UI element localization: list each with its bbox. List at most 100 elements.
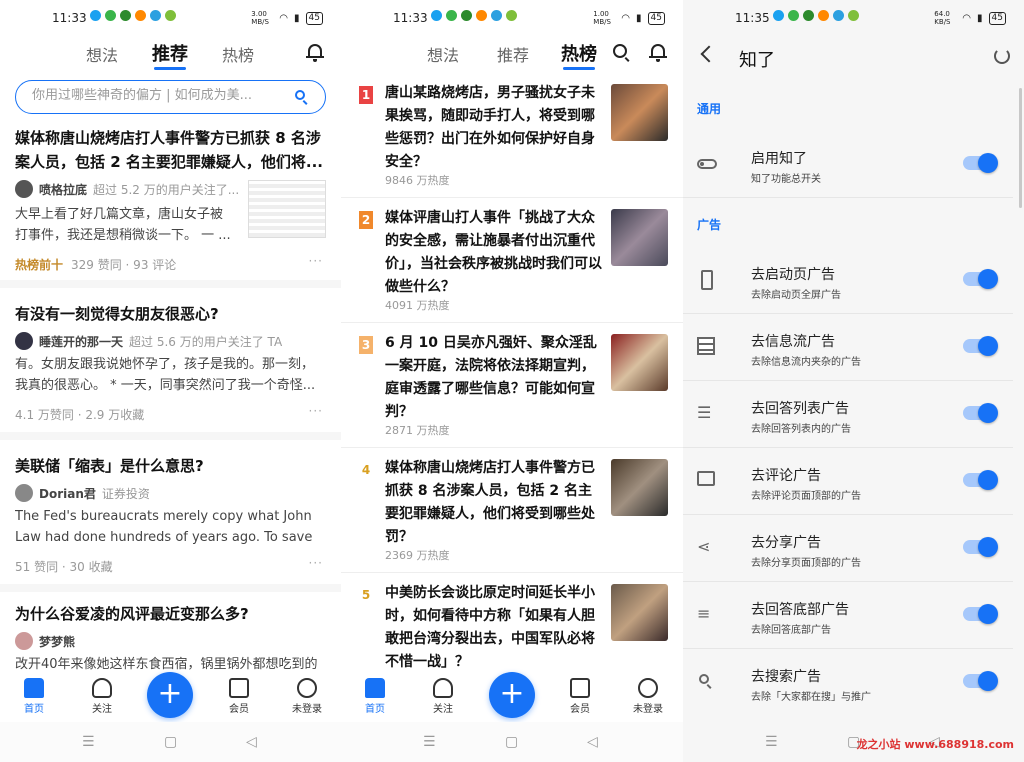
feed-stats: 4.1 万赞同 · 2.9 万收藏 — [15, 408, 145, 422]
vip-icon — [229, 678, 249, 698]
hot-thumbnail[interactable] — [611, 459, 668, 516]
back-triangle-icon[interactable]: ◁ — [246, 734, 257, 750]
wifi-icon: ◠ — [279, 12, 289, 24]
hot-thumbnail[interactable] — [611, 84, 668, 141]
search-icon[interactable] — [295, 90, 309, 105]
feed-excerpt[interactable]: 大早上看了好几篇文章，唐山女子被打事件，我还是想稍微谈一下。 一 ... — [15, 204, 235, 246]
more-icon[interactable]: ··· — [309, 556, 323, 570]
tab-recommend[interactable]: 推荐 — [497, 42, 529, 66]
author-meta: 超过 5.2 万的用户关注了... — [93, 182, 240, 197]
feed-stats: 热榜前十 329 赞同 · 93 评论 — [15, 256, 176, 273]
feed-item[interactable]: 媒体称唐山烧烤店打人事件警方已抓获 8 名涉案人员，包括 2 名主要犯罪嫌疑人，… — [0, 122, 341, 288]
bell-icon[interactable] — [306, 42, 324, 62]
scrollbar[interactable] — [1019, 88, 1022, 208]
more-icon[interactable]: ··· — [309, 254, 323, 268]
create-button[interactable]: + — [147, 672, 193, 718]
menu-icon[interactable]: ☰ — [82, 734, 95, 750]
feed-title[interactable]: 有没有一刻觉得女朋友很恶心? — [15, 302, 326, 326]
hot-title[interactable]: 媒体称唐山烧烤店打人事件警方已抓获 8 名涉案人员，包括 2 名主要犯罪嫌疑人，… — [385, 457, 603, 549]
nav-follow[interactable]: 关注 — [423, 678, 463, 715]
back-arrow-icon[interactable] — [700, 45, 718, 63]
nav-home[interactable]: 首页 — [14, 678, 54, 715]
create-button[interactable]: + — [489, 672, 535, 718]
hot-title[interactable]: 6 月 10 日吴亦凡强奸、聚众淫乱一案开庭，法院将依法择期宣判，庭审透露了哪些… — [385, 332, 603, 424]
setting-row-answer-bottom-ad[interactable]: ≡ 去回答底部广告 去除回答底部广告 — [683, 583, 1013, 649]
avatar[interactable] — [15, 332, 33, 350]
notification-icons — [431, 10, 517, 21]
hot-title[interactable]: 中美防长会谈比原定时间延长半小时，如何看待中方称「如果有人胆敢把台湾分裂出去，中… — [385, 582, 603, 674]
nav-label: 会员 — [229, 704, 249, 715]
answer-bottom-ad-switch[interactable] — [963, 604, 998, 624]
hot-title[interactable]: 媒体评唐山打人事件「挑战了大众的安全感，需让施暴者付出沉重代价」，当社会秩序被挑… — [385, 207, 603, 299]
search-icon[interactable] — [613, 44, 631, 62]
hot-thumbnail[interactable] — [611, 334, 668, 391]
feed-ad-switch[interactable] — [963, 336, 998, 356]
feed-excerpt[interactable]: 有。女朋友跟我说她怀孕了，孩子是我的。那一刻，我真的很恶心。 * 一天，同事突然… — [15, 354, 325, 396]
setting-row-answer-list-ad[interactable]: ☰ 去回答列表广告 去除回答列表内的广告 — [683, 382, 1013, 448]
avatar[interactable] — [15, 484, 33, 502]
author-name[interactable]: 睡莲开的那一天 — [39, 333, 123, 350]
menu-icon[interactable]: ☰ — [765, 734, 778, 750]
author-name[interactable]: 喷格拉底 — [39, 181, 87, 198]
feed-excerpt[interactable]: The Fed's bureaucrats merely copy what J… — [15, 506, 325, 548]
setting-row-search-ad[interactable]: 去搜索广告 去除「大家都在搜」与推广 — [683, 650, 1013, 716]
feed-excerpt[interactable]: 改开40年来像她这样东食西宿，锅里锅外都想吃到的 — [15, 654, 325, 672]
hot-item[interactable]: 4 媒体称唐山烧烤店打人事件警方已抓获 8 名涉案人员，包括 2 名主要犯罪嫌疑… — [341, 455, 683, 573]
tab-hot[interactable]: 热榜 — [222, 42, 254, 66]
phone-icon — [697, 270, 717, 290]
hot-thumbnail[interactable] — [611, 209, 668, 266]
hot-item[interactable]: 3 6 月 10 日吴亦凡强奸、聚众淫乱一案开庭，法院将依法择期宣判，庭审透露了… — [341, 330, 683, 448]
nav-vip[interactable]: 会员 — [219, 678, 259, 715]
status-bar: 11:35 64.0 KB/S ◠ ▮ 45 — [683, 0, 1024, 36]
refresh-icon[interactable] — [994, 48, 1010, 64]
search-ad-switch[interactable] — [963, 671, 998, 691]
enable-switch[interactable] — [963, 153, 998, 173]
nav-home[interactable]: 首页 — [355, 678, 395, 715]
setting-row-comment-ad[interactable]: 去评论广告 去除评论页面顶部的广告 — [683, 449, 1013, 515]
hot-thumbnail[interactable] — [611, 584, 668, 641]
person-icon — [433, 678, 453, 698]
menu-icon[interactable]: ☰ — [423, 734, 436, 750]
more-icon[interactable]: ··· — [309, 404, 323, 418]
avatar[interactable] — [15, 180, 33, 198]
comment-icon — [697, 471, 717, 491]
hot-item[interactable]: 2 媒体评唐山打人事件「挑战了大众的安全感，需让施暴者付出沉重代价」，当社会秩序… — [341, 205, 683, 323]
avatar[interactable] — [15, 632, 33, 650]
search-box[interactable] — [15, 80, 326, 114]
wifi-icon: ◠ — [962, 12, 972, 24]
answer-list-ad-switch[interactable] — [963, 403, 998, 423]
feed-title[interactable]: 媒体称唐山烧烤店打人事件警方已抓获 8 名涉案人员，包括 2 名主要犯罪嫌疑人，… — [15, 126, 326, 174]
tab-ideas[interactable]: 想法 — [427, 42, 459, 66]
setting-row-feed-ad[interactable]: 去信息流广告 去除信息流内夹杂的广告 — [683, 315, 1013, 381]
author-name[interactable]: Dorian君 — [39, 485, 96, 502]
hot-item[interactable]: 5 中美防长会谈比原定时间延长半小时，如何看待中方称「如果有人胆敢把台湾分裂出去… — [341, 580, 683, 672]
bell-icon[interactable] — [649, 42, 667, 62]
setting-row-enable[interactable]: 启用知了 知了功能总开关 — [683, 132, 1013, 198]
tab-ideas[interactable]: 想法 — [86, 42, 118, 66]
tab-recommend[interactable]: 推荐 — [152, 40, 188, 70]
share-ad-switch[interactable] — [963, 537, 998, 557]
feed-item[interactable]: 有没有一刻觉得女朋友很恶心? 睡莲开的那一天 超过 5.6 万的用户关注了 TA… — [0, 296, 341, 440]
nav-profile[interactable]: 未登录 — [287, 678, 327, 715]
feed-title[interactable]: 为什么谷爱凌的风评最近变那么多? — [15, 602, 326, 626]
nav-follow[interactable]: 关注 — [82, 678, 122, 715]
feed-thumbnail[interactable] — [248, 180, 326, 238]
splash-ad-switch[interactable] — [963, 269, 998, 289]
search-input[interactable] — [32, 88, 282, 103]
setting-row-share-ad[interactable]: ⋖ 去分享广告 去除分享页面顶部的广告 — [683, 516, 1013, 582]
back-triangle-icon[interactable]: ◁ — [587, 734, 598, 750]
feed-author: Dorian君 证券投资 — [15, 484, 150, 502]
feed-item[interactable]: 美联储「缩表」是什么意思? Dorian君 证券投资 The Fed's bur… — [0, 448, 341, 592]
tab-hot[interactable]: 热榜 — [561, 40, 597, 70]
feed-item[interactable]: 为什么谷爱凌的风评最近变那么多? 梦梦熊 改开40年来像她这样东食西宿，锅里锅外… — [0, 600, 341, 672]
hot-item[interactable]: 1 唐山某路烧烤店，男子骚扰女子未果挨骂，随即动手打人，将受到哪些惩罚？出门在外… — [341, 80, 683, 198]
home-square-icon[interactable]: ▢ — [164, 734, 177, 750]
comment-ad-switch[interactable] — [963, 470, 998, 490]
home-square-icon[interactable]: ▢ — [505, 734, 518, 750]
setting-row-splash-ad[interactable]: 去启动页广告 去除启动页全屏广告 — [683, 248, 1013, 314]
nav-profile[interactable]: 未登录 — [628, 678, 668, 715]
feed-title[interactable]: 美联储「缩表」是什么意思? — [15, 454, 326, 478]
author-name[interactable]: 梦梦熊 — [39, 633, 75, 650]
nav-vip[interactable]: 会员 — [560, 678, 600, 715]
hot-title[interactable]: 唐山某路烧烤店，男子骚扰女子未果挨骂，随即动手打人，将受到哪些惩罚？出门在外如何… — [385, 82, 603, 174]
